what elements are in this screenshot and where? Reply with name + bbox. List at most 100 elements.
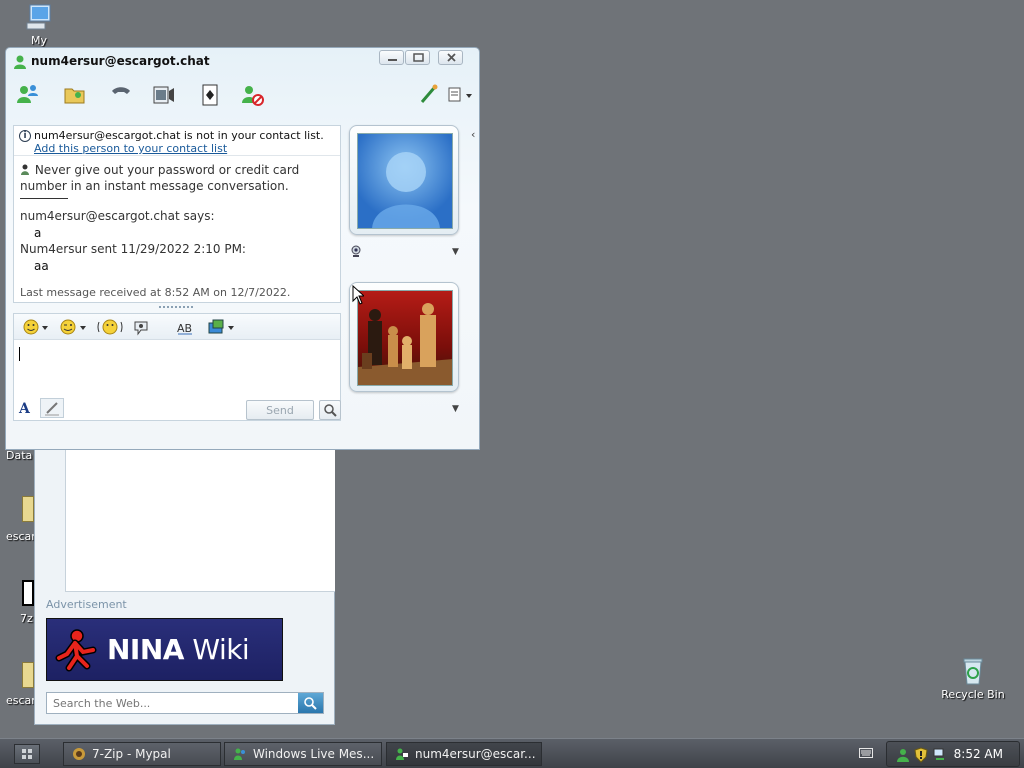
- compose-area: AB A Send: [13, 313, 341, 421]
- aim-runner-icon: [55, 628, 97, 671]
- start-grid-icon: [22, 749, 32, 759]
- messenger-tray-icon[interactable]: [896, 748, 910, 762]
- advertisement-banner[interactable]: NINA Wiki: [46, 618, 283, 681]
- desktop-icon-label: Recycle Bin: [941, 688, 1005, 701]
- search-icon: [324, 404, 337, 417]
- messenger-buddies-icon: [234, 748, 245, 760]
- collapse-pane-button[interactable]: ‹: [471, 128, 481, 152]
- computer-icon: [26, 4, 51, 30]
- games-icon[interactable]: [197, 82, 223, 108]
- keyboard-icon[interactable]: [859, 747, 873, 759]
- last-message-status: Last message received at 8:52 AM on 12/7…: [20, 286, 291, 299]
- taskbar-item-mypal[interactable]: 7-Zip - Mypal: [63, 742, 221, 766]
- block-contact-icon[interactable]: [239, 82, 265, 108]
- taskbar-item-label: num4ersur@escar...: [415, 747, 536, 761]
- handwriting-button[interactable]: [40, 398, 64, 418]
- clock[interactable]: 8:52 AM: [954, 747, 1003, 761]
- maximize-icon: [413, 53, 424, 62]
- taskbar-item-label: 7-Zip - Mypal: [92, 747, 171, 761]
- mouse-cursor-icon: [352, 285, 364, 305]
- info-icon: i: [19, 130, 31, 142]
- taskbar-item-conversation[interactable]: num4ersur@escar...: [386, 742, 542, 766]
- desktop-icon-label-partial: escar: [6, 530, 36, 543]
- webcam-icon[interactable]: [349, 244, 363, 258]
- text-caret: [19, 347, 20, 361]
- close-button[interactable]: [438, 50, 463, 65]
- taskbar-item-label: Windows Live Mes...: [253, 747, 375, 761]
- chess-pieces-icon: [358, 303, 452, 385]
- search-button[interactable]: [319, 400, 341, 420]
- advertisement-label: Advertisement: [46, 598, 127, 611]
- more-options-icon[interactable]: [446, 82, 474, 108]
- phone-call-icon[interactable]: [108, 82, 134, 108]
- send-button[interactable]: Send: [246, 400, 314, 420]
- advertisement-text: NINA Wiki: [107, 633, 250, 666]
- voice-clip-icon[interactable]: [132, 318, 154, 336]
- conversation-toolbar: [12, 82, 472, 110]
- conversation-icon: [396, 748, 408, 760]
- desktop-icon-escargot-1[interactable]: [22, 496, 34, 522]
- compose-toolbar: AB: [14, 314, 340, 340]
- start-button[interactable]: [14, 744, 40, 764]
- search-icon: [304, 697, 317, 710]
- avatar-silhouette-icon: [372, 152, 440, 228]
- security-shield-icon[interactable]: [914, 747, 928, 763]
- web-search-button[interactable]: [298, 693, 323, 713]
- not-in-contact-list-text: num4ersur@escargot.chat is not in your c…: [34, 129, 324, 142]
- mypal-browser-icon: [73, 748, 85, 760]
- desktop-icon-label: My: [30, 34, 47, 47]
- maximize-button[interactable]: [405, 50, 430, 65]
- svg-text:AB: AB: [177, 322, 192, 335]
- desktop-icon-my-computer[interactable]: My: [4, 2, 74, 47]
- minimize-icon: [388, 59, 397, 61]
- recycle-bin-icon: [963, 658, 983, 685]
- message-input[interactable]: [18, 344, 336, 396]
- system-tray: 8:52 AM: [886, 741, 1020, 767]
- wink-icon[interactable]: [58, 318, 88, 336]
- contact-list-area[interactable]: [65, 446, 335, 592]
- message-header: Num4ersur sent 11/29/2022 2:10 PM:: [20, 242, 246, 256]
- not-in-contact-list-bar: i num4ersur@escargot.chat is not in your…: [14, 126, 340, 156]
- theme-brush-icon[interactable]: [418, 82, 440, 108]
- desktop-icon-label-partial: escar: [6, 694, 36, 707]
- web-search-input[interactable]: [47, 693, 297, 713]
- contact-display-picture[interactable]: [349, 125, 459, 235]
- title-bar[interactable]: num4ersur@escargot.chat: [6, 48, 479, 76]
- splitter-grip[interactable]: [159, 306, 193, 309]
- background-image-icon[interactable]: [206, 318, 238, 336]
- network-icon[interactable]: [932, 747, 946, 763]
- chess-picture: [357, 290, 453, 386]
- desktop-icon-recycle-bin[interactable]: Recycle Bin: [938, 656, 1008, 701]
- contact-picture-dropdown[interactable]: ▼: [452, 247, 459, 257]
- my-picture-dropdown[interactable]: ▼: [452, 404, 459, 414]
- font-format-button[interactable]: A: [19, 401, 30, 417]
- nudge-icon[interactable]: [96, 318, 124, 336]
- separator: [20, 198, 68, 199]
- messenger-main-window: Advertisement NINA Wiki: [34, 445, 335, 725]
- desktop-icon-escargot-2[interactable]: [22, 662, 34, 688]
- message-header: num4ersur@escargot.chat says:: [20, 209, 215, 223]
- message-text: a: [34, 226, 42, 240]
- minimize-button[interactable]: [379, 50, 404, 65]
- send-files-icon[interactable]: [62, 82, 88, 108]
- invite-contact-icon[interactable]: [14, 82, 40, 108]
- video-call-icon[interactable]: [151, 82, 177, 108]
- conversation-window: num4ersur@escargot.chat i num4ersur@esca…: [5, 47, 480, 450]
- desktop-icon-7zip[interactable]: [22, 580, 34, 606]
- message-text: aa: [34, 259, 49, 273]
- taskbar-item-windows-live-messenger[interactable]: Windows Live Mes...: [224, 742, 382, 766]
- default-avatar: [357, 133, 453, 229]
- pencil-icon: [45, 402, 59, 416]
- taskbar: 7-Zip - Mypal Windows Live Mes... num4er…: [0, 738, 1024, 768]
- close-icon: [447, 53, 456, 62]
- security-warning-text: Never give out your password or credit c…: [20, 163, 300, 193]
- desktop-icon-label-partial: 7z: [20, 612, 33, 625]
- emoticon-icon[interactable]: [22, 318, 50, 336]
- security-warning: Never give out your password or credit c…: [20, 162, 320, 194]
- desktop-icon-label-partial: Data: [6, 449, 33, 462]
- conversation-history[interactable]: i num4ersur@escargot.chat is not in your…: [13, 125, 341, 303]
- shield-person-icon: [21, 164, 29, 175]
- my-display-picture[interactable]: [349, 282, 459, 392]
- font-icon[interactable]: AB: [174, 318, 196, 336]
- add-contact-link[interactable]: Add this person to your contact list: [34, 142, 227, 155]
